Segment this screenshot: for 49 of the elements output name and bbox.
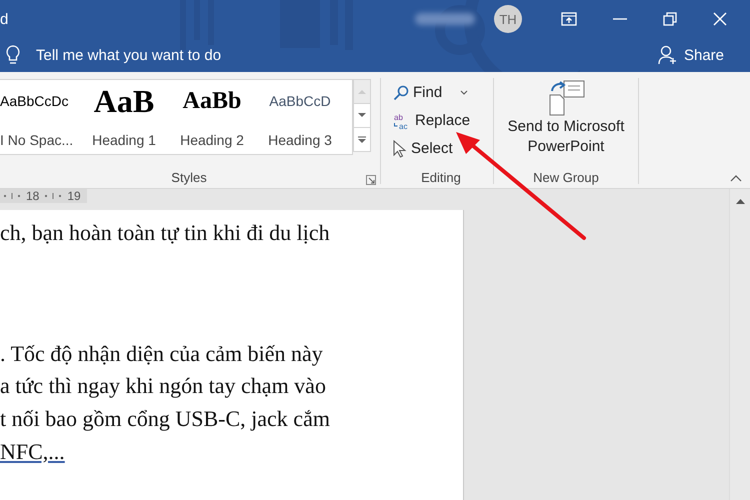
ruler-number: 19 [67,189,81,203]
ruler-number: 18 [26,189,40,203]
style-name: Heading 1 [92,132,156,148]
style-tile[interactable]: AaBb Heading 2 [168,80,256,154]
style-tile[interactable]: AaB Heading 1 [80,80,168,154]
document-text-line: a tức thì ngay khi ngón tay chạm vào [0,373,326,398]
cursor-icon [393,140,407,158]
up-triangle-icon [358,89,366,94]
share-button[interactable]: Share [658,45,724,65]
document-text-line: NFC,... [0,438,65,464]
group-label: Styles [171,170,207,185]
ribbon-display-icon[interactable] [561,12,577,26]
style-name: Heading 2 [180,132,244,148]
more-icon [358,136,366,144]
collapse-ribbon-icon[interactable] [730,175,742,182]
style-tile[interactable]: AaBbCcD Heading 3 [256,80,344,154]
close-icon[interactable] [713,12,727,26]
group-label: New Group [533,170,599,185]
dialog-launcher-icon[interactable] [366,175,376,185]
style-preview: AaB [94,84,154,118]
blurred-account-name [415,13,475,25]
down-triangle-icon [358,113,366,118]
style-name: I No Spac... [0,132,74,148]
document-text-line: ch, bạn hoàn toàn tự tin khi đi du lịch [0,220,330,245]
caret-icon [460,90,468,95]
group-label: Editing [421,170,461,185]
search-icon [393,84,409,100]
lightbulb-icon [6,45,20,65]
gallery-more-button[interactable] [353,127,371,152]
add-person-icon [658,45,678,65]
editing-command-button[interactable]: Select [391,135,472,162]
editing-command-button[interactable]: ab ac Replace [391,107,472,134]
document-text-line: . Tốc độ nhận diện của cảm biến này [0,340,323,366]
document-text-line: t nối bao gồm cổng USB-C, jack cắm [0,406,330,432]
ruler-ticks [2,192,22,200]
editing-command-button[interactable]: Find [391,79,472,106]
style-name: Heading 3 [268,132,332,148]
window-title: d [0,10,10,28]
restore-icon[interactable] [663,12,677,26]
scroll-up-arrow-icon[interactable] [736,199,744,204]
style-preview: AaBbCcD [269,92,331,111]
style-tile[interactable]: AaBbCcDc I No Spac... [0,80,80,154]
account-avatar[interactable]: TH [494,5,522,33]
send-to-powerpoint-button[interactable]: Send to Microsoft PowerPoint [496,79,636,157]
style-preview: AaBb [182,86,242,116]
tell-me-search-field[interactable]: Tell me what you want to do [36,46,336,64]
style-preview: AaBbCcDc [0,92,68,111]
gallery-scroll-down-button[interactable] [353,103,371,128]
ruler-ticks [43,192,64,200]
